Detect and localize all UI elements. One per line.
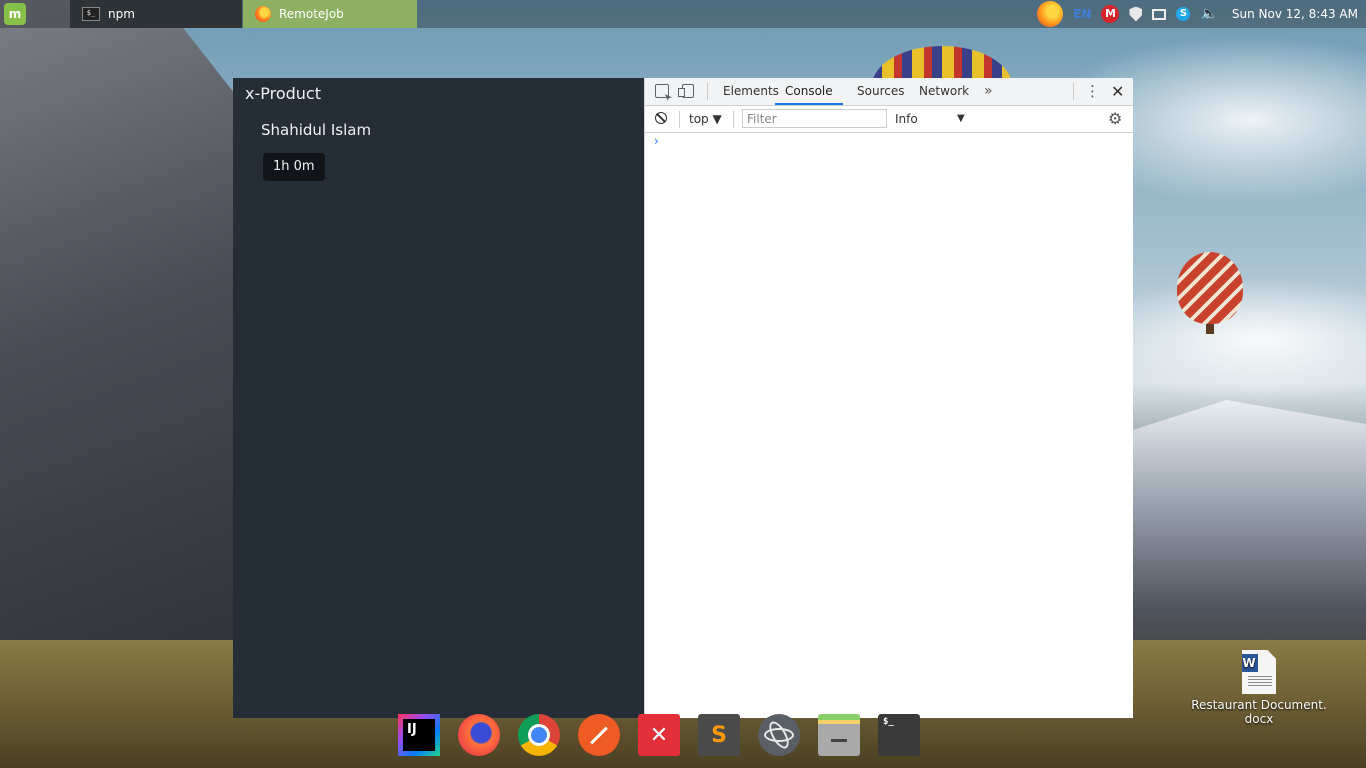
intellij-idea-glyph: IJ	[403, 719, 435, 751]
firefox-icon[interactable]	[458, 714, 500, 756]
mint-menu-icon[interactable]: m	[4, 3, 26, 25]
skype-icon[interactable]: S	[1176, 7, 1191, 21]
more-tabs-chevron-icon[interactable]: »	[984, 78, 993, 105]
terminal-icon: $_	[82, 7, 100, 21]
app-title: x-Product	[245, 84, 321, 103]
app-pane: x-Product Shahidul Islam 1h 0m	[233, 78, 644, 718]
log-level-selector[interactable]: Info	[895, 106, 918, 132]
volume-icon[interactable]: 🔈	[1200, 6, 1217, 22]
tab-network[interactable]: Network	[919, 78, 969, 105]
firefox-icon	[255, 6, 271, 22]
system-tray: EN M S 🔈 Sun Nov 12, 8:43 AM	[1037, 0, 1358, 28]
console-filter-input[interactable]	[742, 109, 887, 128]
close-icon[interactable]: ✕	[1111, 78, 1124, 105]
xmind-icon[interactable]: ✕	[638, 714, 680, 756]
kebab-menu-icon[interactable]: ⋮	[1085, 78, 1100, 105]
postman-icon[interactable]	[578, 714, 620, 756]
mail-icon[interactable]: M	[1101, 5, 1120, 23]
console-prompt[interactable]: ›	[654, 134, 659, 148]
atom-icon[interactable]	[758, 714, 800, 756]
clear-console-icon[interactable]	[655, 112, 667, 124]
toolbar-divider	[679, 111, 680, 128]
terminal-icon[interactable]: $_	[878, 714, 920, 756]
wallpaper-balloon	[1177, 252, 1243, 324]
taskbar-item-label: npm	[108, 7, 135, 21]
wallpaper-mountain-left	[0, 0, 260, 700]
taskbar-item-remotejob[interactable]: RemoteJob	[243, 0, 417, 28]
word-document-icon	[1242, 650, 1276, 694]
devtools-panel: Elements Console Sources Network » ⋮ ✕ t…	[644, 78, 1133, 718]
taskbar-item-label: RemoteJob	[279, 7, 344, 21]
chevron-down-icon[interactable]: ▼	[957, 106, 965, 132]
firefox-tray-icon[interactable]	[1037, 1, 1064, 27]
app-window: x-Product Shahidul Islam 1h 0m Elements …	[233, 78, 1133, 718]
display-icon[interactable]	[1152, 8, 1167, 20]
toolbar-divider	[1073, 83, 1074, 100]
tab-console[interactable]: Console	[775, 78, 843, 105]
toolbar-divider	[707, 83, 708, 100]
context-selector[interactable]: top ▼	[689, 106, 722, 132]
files-icon[interactable]	[818, 714, 860, 756]
devtools-toolbar: Elements Console Sources Network » ⋮ ✕	[645, 78, 1133, 106]
chrome-icon[interactable]	[518, 714, 560, 756]
inspect-element-icon[interactable]	[655, 84, 669, 98]
user-name: Shahidul Islam	[261, 121, 372, 139]
taskbar-item-npm[interactable]: $_ npm	[70, 0, 242, 28]
timer-badge[interactable]: 1h 0m	[263, 153, 325, 181]
keyboard-layout-indicator[interactable]: EN	[1073, 7, 1091, 21]
top-panel: m $_ npm RemoteJob EN M S 🔈 Sun Nov 12, …	[0, 0, 1366, 28]
console-toolbar: top ▼ Info ▼ ⚙	[645, 106, 1133, 133]
desktop-file-label: docx	[1244, 712, 1274, 726]
shield-icon[interactable]	[1129, 6, 1143, 22]
tab-sources[interactable]: Sources	[857, 78, 904, 105]
desktop-file-restaurant-document[interactable]: Restaurant Document. docx	[1186, 650, 1332, 726]
device-toolbar-icon[interactable]	[678, 84, 694, 98]
sublime-text-icon[interactable]: S	[698, 714, 740, 756]
wallpaper-balloon-basket	[1206, 324, 1214, 334]
gear-icon[interactable]: ⚙	[1108, 106, 1122, 132]
clock[interactable]: Sun Nov 12, 8:43 AM	[1232, 7, 1358, 21]
desktop-file-label: Restaurant Document.	[1191, 698, 1327, 712]
dock: IJ ✕ S $_	[398, 714, 920, 756]
intellij-idea-icon[interactable]: IJ	[398, 714, 440, 756]
toolbar-divider	[733, 111, 734, 128]
tab-elements[interactable]: Elements	[723, 78, 779, 105]
